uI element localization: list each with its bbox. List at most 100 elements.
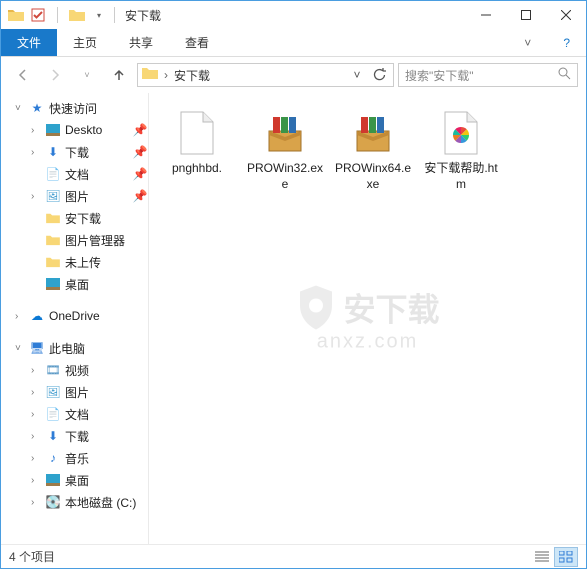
- file-label: PROWinx64.exe: [333, 161, 413, 192]
- watermark: 安下载 anxz.com: [295, 284, 439, 353]
- folder-icon: [45, 232, 61, 248]
- expand-icon[interactable]: ›: [31, 365, 41, 376]
- collapse-icon[interactable]: ˅: [15, 103, 25, 114]
- pictures-icon: 🖼: [45, 384, 61, 400]
- item-count: 4 个项目: [9, 548, 55, 565]
- tab-view[interactable]: 查看: [169, 29, 225, 56]
- nav-up-button[interactable]: [105, 61, 133, 89]
- ribbon-help-icon[interactable]: ?: [547, 29, 586, 56]
- sidebar-item-desktop2[interactable]: 桌面: [1, 273, 148, 295]
- properties-icon[interactable]: [29, 6, 47, 24]
- pin-icon: 📌: [132, 122, 148, 138]
- tab-home[interactable]: 主页: [57, 29, 113, 56]
- pin-icon: 📌: [132, 166, 148, 182]
- expand-icon[interactable]: ›: [31, 453, 41, 464]
- ribbon: 文件 主页 共享 查看 ˅ ?: [1, 29, 586, 57]
- address-bar: ˅ › 安下载 ˅ 搜索"安下载": [1, 57, 586, 93]
- star-icon: ★: [29, 100, 45, 116]
- sidebar-item-documents2[interactable]: ›📄文档: [1, 403, 148, 425]
- sidebar-item-anxz[interactable]: 安下载: [1, 207, 148, 229]
- ribbon-expand-icon[interactable]: ˅: [508, 29, 547, 56]
- view-icons-button[interactable]: [554, 547, 578, 567]
- search-icon: [558, 67, 571, 83]
- sidebar-item-desktop[interactable]: ›Deskto📌: [1, 119, 148, 141]
- expand-icon[interactable]: ›: [31, 497, 41, 508]
- minimize-button[interactable]: [466, 1, 506, 29]
- file-item[interactable]: PROWin32.exe: [241, 105, 329, 196]
- qat-divider: [57, 7, 58, 23]
- breadcrumb-folder-icon: [142, 66, 160, 84]
- qat-dropdown-icon[interactable]: ▾: [90, 6, 108, 24]
- breadcrumb-item[interactable]: 安下载: [172, 67, 212, 84]
- pc-icon: 🖥: [29, 340, 45, 356]
- file-item[interactable]: 安下载帮助.htm: [417, 105, 505, 196]
- expand-icon[interactable]: ›: [31, 409, 41, 420]
- sidebar-onedrive[interactable]: ›☁OneDrive: [1, 305, 148, 327]
- expand-icon[interactable]: ›: [31, 475, 41, 486]
- file-item[interactable]: PROWinx64.exe: [329, 105, 417, 196]
- sidebar-item-downloads2[interactable]: ›⬇下载: [1, 425, 148, 447]
- installer-icon: [349, 109, 397, 157]
- sidebar-item-picmgr[interactable]: 图片管理器: [1, 229, 148, 251]
- sidebar-item-unupload[interactable]: 未上传: [1, 251, 148, 273]
- sidebar-this-pc[interactable]: ˅🖥此电脑: [1, 337, 148, 359]
- folder-small-icon: [68, 6, 86, 24]
- sidebar-item-pictures2[interactable]: ›🖼图片: [1, 381, 148, 403]
- expand-icon[interactable]: ›: [31, 387, 41, 398]
- document-icon: 📄: [45, 166, 61, 182]
- sidebar-item-pictures[interactable]: ›🖼图片📌: [1, 185, 148, 207]
- sidebar-item-videos[interactable]: ›🎞视频: [1, 359, 148, 381]
- view-details-button[interactable]: [530, 547, 554, 567]
- breadcrumb-dropdown-icon[interactable]: ˅: [347, 65, 367, 85]
- close-button[interactable]: [546, 1, 586, 29]
- titlebar: ▾ 安下载: [1, 1, 586, 29]
- desktop-icon: [45, 472, 61, 488]
- nav-forward-button[interactable]: [41, 61, 69, 89]
- pin-icon: 📌: [132, 144, 148, 160]
- folder-icon: [45, 210, 61, 226]
- pin-icon: 📌: [132, 188, 148, 204]
- nav-back-button[interactable]: [9, 61, 37, 89]
- expand-icon[interactable]: ›: [31, 431, 41, 442]
- installer-icon: [261, 109, 309, 157]
- file-item[interactable]: pnghhbd.: [153, 105, 241, 196]
- sidebar-item-desktop3[interactable]: ›桌面: [1, 469, 148, 491]
- file-label: pnghhbd.: [172, 161, 222, 177]
- sidebar-item-documents[interactable]: 📄文档📌: [1, 163, 148, 185]
- onedrive-icon: ☁: [29, 308, 45, 324]
- window-title: 安下载: [125, 7, 161, 24]
- file-view[interactable]: pnghhbd. PROWin32.exe PROWinx64.exe 安下载帮…: [149, 93, 586, 544]
- chevron-right-icon[interactable]: ›: [162, 68, 170, 82]
- title-divider: [114, 7, 115, 23]
- disk-icon: 💽: [45, 494, 61, 510]
- breadcrumb[interactable]: › 安下载 ˅: [137, 63, 394, 87]
- expand-icon[interactable]: ›: [31, 147, 41, 158]
- maximize-button[interactable]: [506, 1, 546, 29]
- status-bar: 4 个项目: [1, 544, 586, 568]
- file-tab[interactable]: 文件: [1, 29, 57, 56]
- expand-icon[interactable]: ›: [15, 311, 25, 322]
- file-label: 安下载帮助.htm: [421, 161, 501, 192]
- nav-recent-dropdown[interactable]: ˅: [73, 61, 101, 89]
- search-input[interactable]: 搜索"安下载": [398, 63, 578, 87]
- sidebar-item-localdisk[interactable]: ›💽本地磁盘 (C:): [1, 491, 148, 513]
- navigation-pane[interactable]: ˅ ★ 快速访问 ›Deskto📌 ›⬇下载📌 📄文档📌 ›🖼图片📌 安下载 图…: [1, 93, 149, 544]
- pictures-icon: 🖼: [45, 188, 61, 204]
- htm-file-icon: [437, 109, 485, 157]
- expand-icon[interactable]: ›: [31, 191, 41, 202]
- desktop-icon: [45, 276, 61, 292]
- download-icon: ⬇: [45, 428, 61, 444]
- tab-share[interactable]: 共享: [113, 29, 169, 56]
- file-label: PROWin32.exe: [245, 161, 325, 192]
- sidebar-item-music[interactable]: ›♪音乐: [1, 447, 148, 469]
- folder-icon: [45, 254, 61, 270]
- blank-file-icon: [173, 109, 221, 157]
- desktop-icon: [45, 122, 61, 138]
- refresh-icon[interactable]: [369, 65, 389, 85]
- sidebar-item-downloads[interactable]: ›⬇下载📌: [1, 141, 148, 163]
- video-icon: 🎞: [45, 362, 61, 378]
- search-placeholder: 搜索"安下载": [405, 67, 554, 84]
- collapse-icon[interactable]: ˅: [15, 343, 25, 354]
- sidebar-quick-access[interactable]: ˅ ★ 快速访问: [1, 97, 148, 119]
- expand-icon[interactable]: ›: [31, 125, 41, 136]
